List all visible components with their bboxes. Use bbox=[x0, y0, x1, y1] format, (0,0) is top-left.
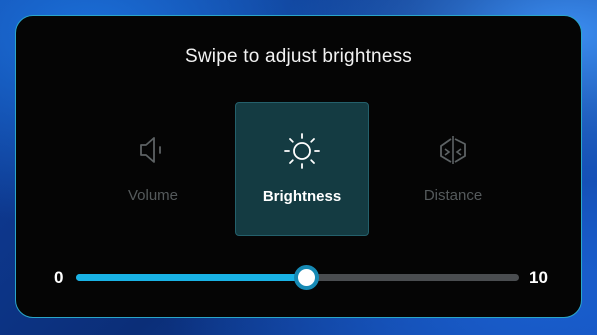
mode-distance-label: Distance bbox=[423, 187, 483, 204]
slider-min-label: 0 bbox=[54, 268, 64, 287]
panel-title: Swipe to adjust brightness bbox=[185, 46, 412, 67]
speaker-icon bbox=[86, 132, 220, 168]
mode-volume[interactable]: Volume bbox=[86, 102, 220, 236]
distance-icon bbox=[386, 132, 520, 168]
mode-brightness-label: Brightness bbox=[262, 188, 342, 205]
brightness-slider-track[interactable] bbox=[76, 265, 519, 290]
mode-brightness[interactable]: Brightness bbox=[235, 102, 369, 236]
brightness-slider-thumb[interactable] bbox=[294, 265, 320, 290]
sun-icon bbox=[236, 133, 368, 169]
brightness-adjust-panel: Swipe to adjust brightness Volume Bright… bbox=[15, 15, 582, 318]
mode-distance[interactable]: Distance bbox=[386, 102, 520, 236]
brightness-slider-fill bbox=[76, 274, 307, 281]
slider-max-label: 10 bbox=[529, 268, 548, 287]
mode-volume-label: Volume bbox=[127, 187, 179, 204]
